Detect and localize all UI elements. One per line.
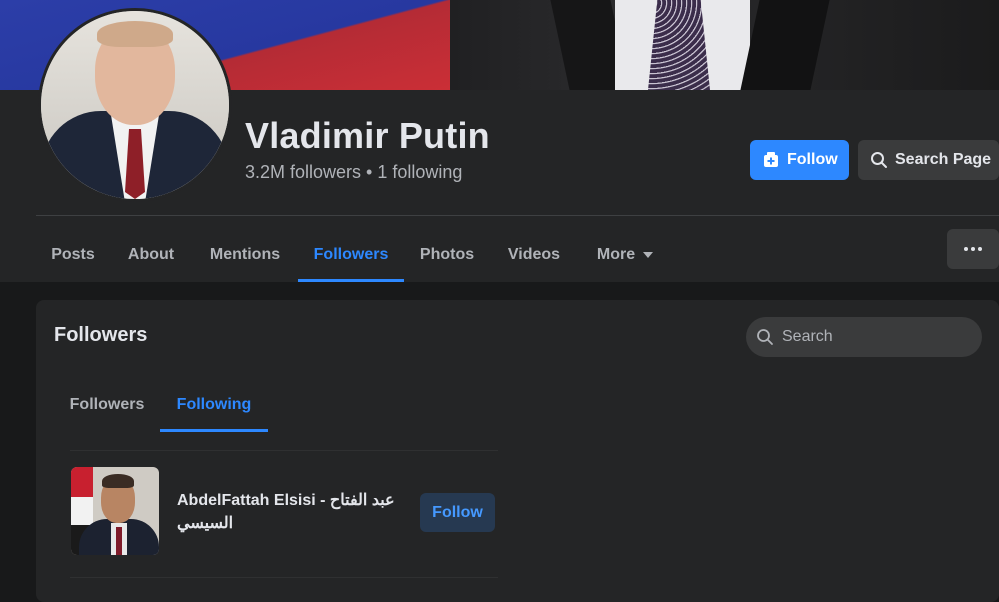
tab-videos-label: Videos	[507, 246, 561, 263]
list-divider	[70, 450, 498, 451]
tab-mentions[interactable]: Mentions	[192, 228, 298, 282]
follow-page-icon	[764, 152, 778, 167]
tab-about[interactable]: About	[110, 228, 192, 282]
subtab-following-label: Following	[176, 396, 252, 413]
tab-photos[interactable]: Photos	[404, 228, 490, 282]
avatar[interactable]	[71, 467, 159, 555]
subtab-following[interactable]: Following	[160, 378, 268, 432]
follow-button-label: Follow	[787, 151, 838, 168]
tab-videos[interactable]: Videos	[490, 228, 578, 282]
tab-followers[interactable]: Followers	[298, 228, 404, 282]
tab-posts[interactable]: Posts	[36, 228, 110, 282]
header-divider	[36, 215, 999, 216]
subtab-followers[interactable]: Followers	[54, 378, 160, 432]
subtab-followers-label: Followers	[69, 396, 145, 413]
profile-picture[interactable]	[38, 8, 232, 202]
profile-name: Vladimir Putin	[245, 115, 490, 156]
tab-about-label: About	[127, 246, 175, 263]
follower-stats[interactable]: 3.2M followers • 1 following	[245, 162, 462, 183]
followers-search[interactable]	[746, 317, 982, 357]
tab-posts-label: Posts	[51, 246, 95, 263]
search-page-label: Search Page	[895, 151, 992, 168]
following-person-name[interactable]: AbdelFattah Elsisi - عبد الفتاح السيسي	[177, 489, 397, 535]
tab-followers-label: Followers	[313, 246, 389, 263]
search-icon	[757, 329, 773, 345]
caret-down-icon	[643, 252, 654, 258]
tab-more[interactable]: More	[578, 228, 672, 282]
followers-search-input[interactable]	[780, 327, 964, 347]
more-dots-icon	[964, 247, 982, 251]
follow-button[interactable]: Follow	[750, 140, 849, 180]
more-options-button[interactable]	[947, 229, 999, 269]
list-divider	[70, 577, 498, 578]
tab-more-label: More	[596, 246, 636, 263]
search-icon	[871, 152, 887, 168]
tab-photos-label: Photos	[419, 246, 475, 263]
follow-person-button[interactable]: Follow	[420, 493, 495, 532]
followers-card-title: Followers	[54, 324, 148, 346]
tab-mentions-label: Mentions	[209, 246, 281, 263]
search-page-button[interactable]: Search Page	[858, 140, 999, 180]
profile-header: Vladimir Putin 3.2M followers • 1 follow…	[0, 0, 999, 282]
